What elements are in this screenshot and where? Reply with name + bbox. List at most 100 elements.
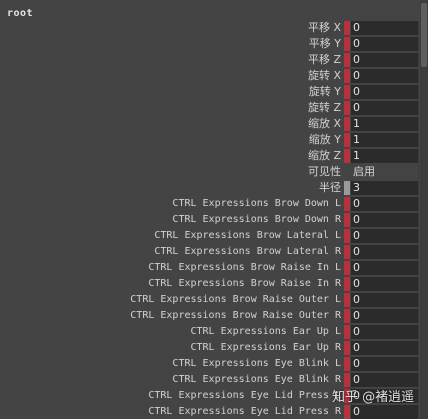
attribute-value-field[interactable]: 0 [351,405,419,419]
attribute-label[interactable]: CTRL Expressions Brow Lateral R [154,244,341,260]
attribute-label[interactable]: CTRL Expressions Eye Lid Press R [148,404,341,419]
keyframe-marker [344,213,350,227]
attribute-row[interactable]: 可见性 启用 [0,164,420,180]
attribute-label[interactable]: 旋转 Y [309,84,341,100]
attribute-row[interactable]: CTRL Expressions Brow Raise In R 0 [0,276,420,292]
keyframe-marker [344,69,350,83]
attribute-value-field[interactable]: 0 [351,309,419,323]
attribute-label[interactable]: 可见性 [308,164,341,180]
keyframe-marker [344,261,350,275]
attribute-value-field[interactable]: 0 [351,69,419,83]
channel-box-panel: root 平移 X 0 平移 Y 0 平移 Z 0 旋转 X 0 旋转 Y 0 旋转 Z 0 缩放 X 1… [0,0,420,419]
attribute-label[interactable]: CTRL Expressions Eye Blink L [172,356,341,372]
attribute-row[interactable]: CTRL Expressions Eye Blink L 0 [0,356,420,372]
attribute-label[interactable]: CTRL Expressions Ear Up L [190,324,341,340]
attribute-value-field[interactable]: 0 [351,53,419,67]
keyframe-marker [344,229,350,243]
attribute-label[interactable]: 缩放 Y [309,132,341,148]
attribute-value-field[interactable]: 0 [351,357,419,371]
attribute-row[interactable]: CTRL Expressions Brow Down R 0 [0,212,420,228]
keyframe-marker [344,341,350,355]
attribute-row[interactable]: CTRL Expressions Ear Up L 0 [0,324,420,340]
attribute-label[interactable]: 半径 [319,180,341,196]
attribute-value-field[interactable]: 0 [351,373,419,387]
attribute-label[interactable]: CTRL Expressions Eye Blink R [172,372,341,388]
attribute-value-field[interactable]: 0 [351,325,419,339]
keyframe-marker [344,277,350,291]
attribute-row[interactable]: CTRL Expressions Brow Raise Outer L 0 [0,292,420,308]
keyframe-marker [344,325,350,339]
attribute-row[interactable]: 平移 Y 0 [0,36,420,52]
attribute-value-field[interactable]: 0 [351,293,419,307]
attribute-value-field[interactable]: 启用 [351,165,419,179]
attribute-row[interactable]: 平移 X 0 [0,20,420,36]
attribute-label[interactable]: CTRL Expressions Brow Raise In R [148,276,341,292]
attribute-value-field[interactable]: 1 [351,133,419,147]
attribute-label[interactable]: CTRL Expressions Brow Raise In L [148,260,341,276]
keyframe-marker [344,101,350,115]
keyframe-marker [344,245,350,259]
keyframe-marker [344,149,350,163]
keyframe-marker [344,181,350,195]
keyframe-marker [344,133,350,147]
attribute-label[interactable]: CTRL Expressions Ear Up R [190,340,341,356]
attribute-label[interactable]: CTRL Expressions Brow Down L [172,196,341,212]
attribute-row[interactable]: 缩放 X 1 [0,116,420,132]
attribute-row[interactable]: 半径 3 [0,180,420,196]
attribute-row[interactable]: CTRL Expressions Eye Lid Press R 0 [0,404,420,419]
attribute-label[interactable]: 缩放 X [308,116,341,132]
attribute-value-field[interactable]: 0 [351,21,419,35]
keyframe-marker [344,165,350,179]
keyframe-marker [344,197,350,211]
keyframe-marker [344,309,350,323]
attribute-row[interactable]: 旋转 Y 0 [0,84,420,100]
attribute-label[interactable]: 平移 X [308,20,341,36]
attribute-row[interactable]: 旋转 X 0 [0,68,420,84]
keyframe-marker [344,117,350,131]
attribute-value-field[interactable]: 0 [351,229,419,243]
node-name-root[interactable]: root [7,8,33,19]
attribute-label[interactable]: 旋转 Z [308,100,341,116]
attribute-value-field[interactable]: 0 [351,341,419,355]
attribute-row[interactable]: CTRL Expressions Brow Raise In L 0 [0,260,420,276]
attribute-value-field[interactable]: 0 [351,37,419,51]
keyframe-marker [344,405,350,419]
vertical-scrollbar[interactable] [420,0,428,419]
attribute-row[interactable]: 缩放 Y 1 [0,132,420,148]
attribute-row[interactable]: CTRL Expressions Brow Down L 0 [0,196,420,212]
attribute-label[interactable]: CTRL Expressions Eye Lid Press L [148,388,341,404]
attribute-value-field[interactable]: 0 [351,261,419,275]
attribute-label[interactable]: 旋转 X [308,68,341,84]
attribute-value-field[interactable]: 0 [351,245,419,259]
attribute-label[interactable]: 平移 Y [309,36,341,52]
attribute-value-field[interactable]: 1 [351,149,419,163]
attribute-label[interactable]: CTRL Expressions Brow Raise Outer R [130,308,341,324]
attribute-row[interactable]: 旋转 Z 0 [0,100,420,116]
attribute-label[interactable]: CTRL Expressions Brow Raise Outer L [130,292,341,308]
keyframe-marker [344,293,350,307]
attribute-value-field[interactable]: 0 [351,101,419,115]
keyframe-marker [344,53,350,67]
attribute-value-field[interactable]: 0 [351,277,419,291]
attribute-list: 平移 X 0 平移 Y 0 平移 Z 0 旋转 X 0 旋转 Y 0 旋转 Z 0 缩放 X 1 缩放 Y 1… [0,20,420,419]
attribute-value-field[interactable]: 0 [351,197,419,211]
attribute-row[interactable]: CTRL Expressions Brow Lateral L 0 [0,228,420,244]
attribute-row[interactable]: CTRL Expressions Brow Lateral R 0 [0,244,420,260]
attribute-label[interactable]: 平移 Z [308,52,341,68]
attribute-label[interactable]: CTRL Expressions Brow Lateral L [154,228,341,244]
attribute-label[interactable]: 缩放 Z [308,148,341,164]
keyframe-marker [344,357,350,371]
attribute-row[interactable]: 缩放 Z 1 [0,148,420,164]
attribute-row[interactable]: CTRL Expressions Ear Up R 0 [0,340,420,356]
attribute-value-field[interactable]: 1 [351,117,419,131]
attribute-label[interactable]: CTRL Expressions Brow Down R [172,212,341,228]
keyframe-marker [344,21,350,35]
keyframe-marker [344,373,350,387]
attribute-value-field[interactable]: 3 [351,181,419,195]
watermark: 知乎 @褚逍遥 [332,390,415,405]
attribute-row[interactable]: CTRL Expressions Brow Raise Outer R 0 [0,308,420,324]
attribute-row[interactable]: 平移 Z 0 [0,52,420,68]
scrollbar-thumb[interactable] [421,3,427,67]
attribute-value-field[interactable]: 0 [351,85,419,99]
attribute-value-field[interactable]: 0 [351,213,419,227]
